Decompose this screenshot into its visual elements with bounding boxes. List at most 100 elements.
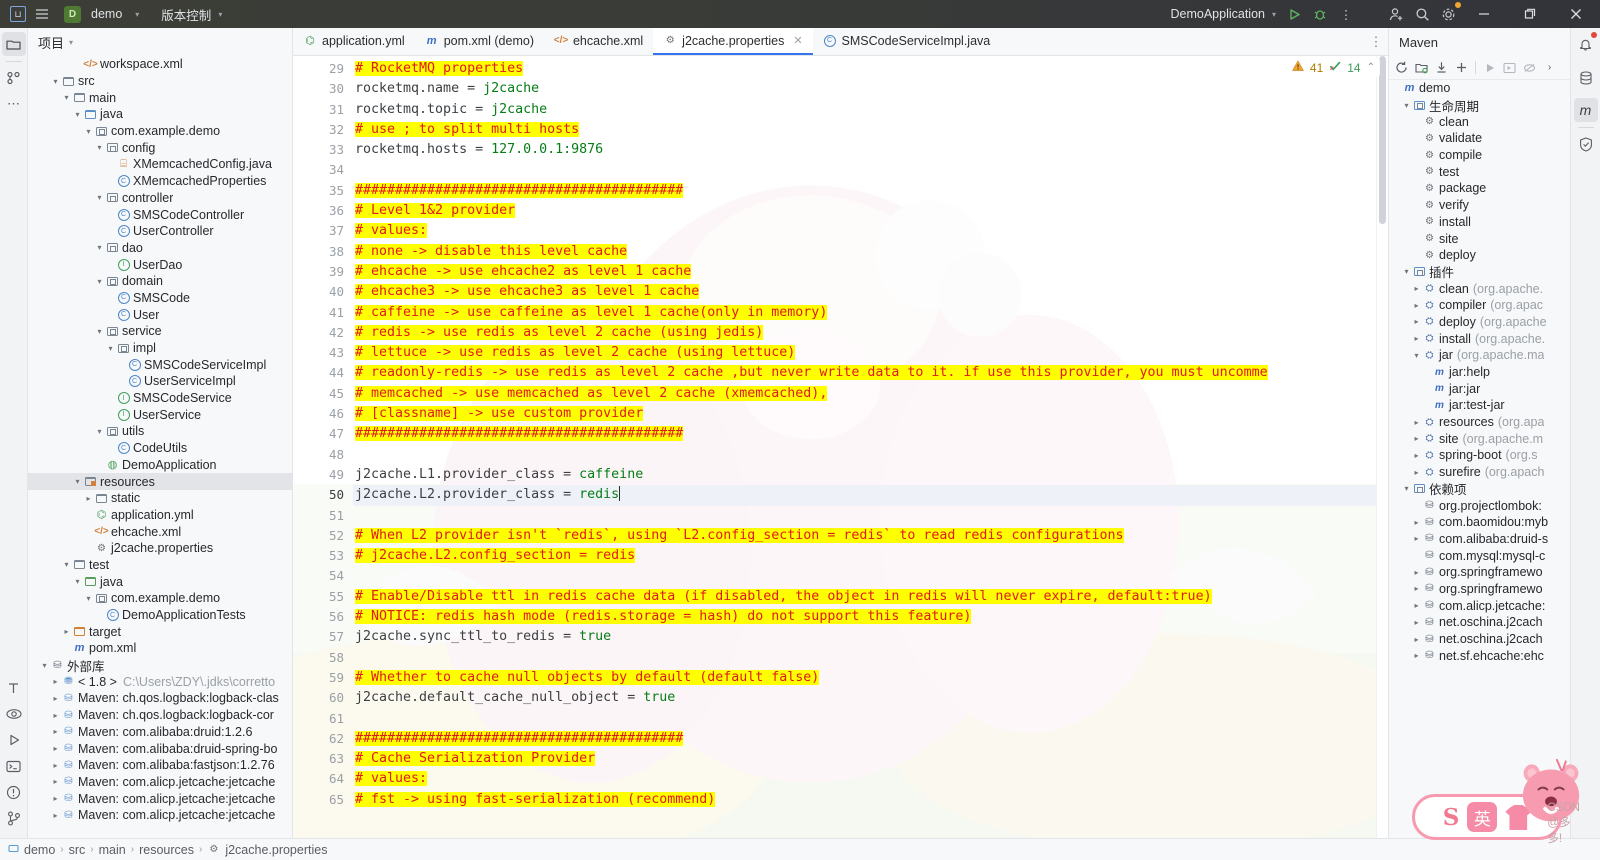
tree-node[interactable]: ▸ ⛁ Maven: com.alibaba:fastjson:1.2.76 bbox=[28, 757, 292, 774]
maven-tree-node[interactable]: ▸ ⛭ install (org.apache. bbox=[1389, 330, 1570, 347]
line-number[interactable]: 62 bbox=[293, 729, 344, 749]
tree-node[interactable]: ▸ ⛁ Maven: ch.qos.logback:logback-clas bbox=[28, 690, 292, 707]
chevron-right-icon[interactable]: ▸ bbox=[50, 811, 61, 820]
editor-tab-bar[interactable]: ⌬ application.yml m pom.xml (demo) </> ehcach… bbox=[293, 28, 1388, 56]
line-number[interactable]: 40 bbox=[293, 282, 344, 302]
breadcrumb-item[interactable]: demo bbox=[24, 843, 55, 857]
line-number[interactable]: 41 bbox=[293, 303, 344, 323]
chevron-right-icon[interactable]: › bbox=[1541, 59, 1558, 76]
todo-icon[interactable] bbox=[2, 676, 26, 700]
tree-node[interactable]: </> workspace.xml bbox=[28, 56, 292, 73]
chevron-right-icon[interactable]: ▸ bbox=[83, 494, 94, 503]
maven-tree-node[interactable]: ▸ ⛭ surefire (org.apach bbox=[1389, 464, 1570, 481]
tree-node[interactable]: ▾ resources bbox=[28, 473, 292, 490]
line-number[interactable]: 51 bbox=[293, 506, 344, 526]
tree-node[interactable]: ▾ impl bbox=[28, 340, 292, 357]
maven-tree-node[interactable]: ⛁ org.projectlombok: bbox=[1389, 497, 1570, 514]
tree-node[interactable]: ▾ service bbox=[28, 323, 292, 340]
code-line[interactable]: # readonly-redis -> use redis as level 2… bbox=[353, 363, 1376, 383]
chevron-right-icon[interactable]: ▸ bbox=[1411, 317, 1422, 326]
tree-node[interactable]: m pom.xml bbox=[28, 640, 292, 657]
chevron-down-icon[interactable]: ▾ bbox=[72, 577, 83, 586]
line-number[interactable]: 37 bbox=[293, 221, 344, 241]
tree-node[interactable]: C UserServiceImpl bbox=[28, 373, 292, 390]
maximize-icon[interactable] bbox=[1508, 0, 1552, 28]
chevron-right-icon[interactable]: ▸ bbox=[1411, 468, 1422, 477]
problems-icon[interactable] bbox=[2, 780, 26, 804]
line-number[interactable]: 63 bbox=[293, 749, 344, 769]
maven-tree-node[interactable]: m demo bbox=[1389, 80, 1570, 97]
maven-tree-node[interactable]: m jar:test-jar bbox=[1389, 397, 1570, 414]
line-number[interactable]: 36 bbox=[293, 201, 344, 221]
tree-node[interactable]: ▾ main bbox=[28, 89, 292, 106]
run-icon[interactable] bbox=[2, 728, 26, 752]
code-line[interactable]: # [classname] -> use custom provider bbox=[353, 404, 1376, 424]
tree-node[interactable]: C SMSCode bbox=[28, 290, 292, 307]
chevron-down-icon[interactable]: ▾ bbox=[1401, 101, 1412, 110]
editor-tab[interactable]: C SMSCodeServiceImpl.java bbox=[813, 28, 1001, 55]
code-line[interactable]: # ehcache3 -> use ehcache3 as level 1 ca… bbox=[353, 282, 1376, 302]
tree-node[interactable]: I UserService bbox=[28, 406, 292, 423]
breadcrumb-item[interactable]: resources bbox=[139, 843, 194, 857]
tree-node[interactable]: ▾ com.example.demo bbox=[28, 590, 292, 607]
code-line[interactable]: rocketmq.hosts = 127.0.0.1:9876 bbox=[353, 140, 1376, 160]
code-line[interactable]: # fst -> using fast-serialization (recom… bbox=[353, 790, 1376, 810]
tree-node[interactable]: ⌬ application.yml bbox=[28, 507, 292, 524]
code-line[interactable]: rocketmq.topic = j2cache bbox=[353, 100, 1376, 120]
maven-tree-node[interactable]: ⚙ compile bbox=[1389, 147, 1570, 164]
tree-node[interactable]: ▾ config bbox=[28, 139, 292, 156]
tree-node[interactable]: ▸ ⛃ < 1.8 > C:\Users\ZDY\.jdks\corretto bbox=[28, 673, 292, 690]
maven-tree-node[interactable]: ▾ ⛭ jar (org.apache.ma bbox=[1389, 347, 1570, 364]
project-tree[interactable]: </> workspace.xml ▾ src ▾ main ▾ java ▾ com.examp… bbox=[28, 56, 292, 838]
line-number[interactable]: 32 bbox=[293, 120, 344, 140]
maven-tree-node[interactable]: ▸ ⛁ org.springframewo bbox=[1389, 581, 1570, 598]
scrollbar-thumb[interactable] bbox=[1379, 56, 1386, 224]
maven-tree[interactable]: m demo ▾ 生命周期 ⚙ clean ⚙ validate ⚙ compile ⚙ test ⚙ p… bbox=[1389, 80, 1570, 838]
add-user-icon[interactable] bbox=[1384, 3, 1408, 25]
code-line[interactable]: j2cache.L1.provider_class = caffeine bbox=[353, 465, 1376, 485]
chevron-down-icon[interactable]: ▾ bbox=[94, 243, 105, 252]
chevron-right-icon[interactable]: ▸ bbox=[50, 761, 61, 770]
line-number[interactable]: 48 bbox=[293, 445, 344, 465]
breadcrumb[interactable]: demo › src › main › resources › ⚙ j2cache.propert… bbox=[24, 843, 327, 857]
line-number[interactable]: 56 bbox=[293, 607, 344, 627]
chevron-down-icon[interactable]: ▾ bbox=[1401, 267, 1412, 276]
maven-tree-node[interactable]: ▸ ⛭ resources (org.apa bbox=[1389, 414, 1570, 431]
more-vertical-icon[interactable]: ⋮ bbox=[1334, 3, 1358, 25]
breadcrumb-item[interactable]: j2cache.properties bbox=[225, 843, 327, 857]
chevron-right-icon[interactable]: ▸ bbox=[50, 677, 61, 686]
maven-tree-node[interactable]: ▾ 插件 bbox=[1389, 264, 1570, 280]
chevron-right-icon[interactable]: ▸ bbox=[1411, 301, 1422, 310]
maven-tree-node[interactable]: ▸ ⛁ net.sf.ehcache:ehc bbox=[1389, 647, 1570, 664]
maven-tree-node[interactable]: ▸ ⛭ deploy (org.apache bbox=[1389, 314, 1570, 331]
code-line[interactable] bbox=[353, 709, 1376, 729]
chevron-right-icon[interactable]: ▸ bbox=[1411, 284, 1422, 293]
terminal-icon[interactable] bbox=[2, 754, 26, 778]
chevron-down-icon[interactable]: ▾ bbox=[94, 277, 105, 286]
maven-tree-node[interactable]: ⚙ package bbox=[1389, 180, 1570, 197]
code-line[interactable]: # When L2 provider isn't `redis`, using … bbox=[353, 526, 1376, 546]
debug-icon[interactable] bbox=[1308, 3, 1332, 25]
more-dots-icon[interactable]: ⋯ bbox=[2, 92, 26, 116]
chevron-right-icon[interactable]: ▸ bbox=[50, 727, 61, 736]
chevron-right-icon[interactable]: ▸ bbox=[1411, 618, 1422, 627]
tree-node[interactable]: ⌸ XMemcachedConfig.java bbox=[28, 156, 292, 173]
maven-tree-node[interactable]: m jar:jar bbox=[1389, 380, 1570, 397]
line-number[interactable]: 50 bbox=[293, 485, 344, 505]
tree-node[interactable]: ▾ domain bbox=[28, 273, 292, 290]
shield-icon[interactable] bbox=[1574, 132, 1598, 156]
line-number[interactable]: 45 bbox=[293, 384, 344, 404]
tree-node[interactable]: ▸ target bbox=[28, 623, 292, 640]
tree-node[interactable]: C SMSCodeServiceImpl bbox=[28, 356, 292, 373]
search-icon[interactable] bbox=[1410, 3, 1434, 25]
maven-tree-node[interactable]: ▸ ⛭ site (org.apache.m bbox=[1389, 430, 1570, 447]
tree-node[interactable]: ▾ com.example.demo bbox=[28, 123, 292, 140]
tree-node[interactable]: I SMSCodeService bbox=[28, 390, 292, 407]
maven-tree-node[interactable]: ▸ ⛁ net.oschina.j2cach bbox=[1389, 614, 1570, 631]
line-number[interactable]: 38 bbox=[293, 242, 344, 262]
tree-node[interactable]: ▾ utils bbox=[28, 423, 292, 440]
structure-icon[interactable] bbox=[2, 66, 26, 90]
run-icon[interactable] bbox=[1481, 59, 1498, 76]
chevron-down-icon[interactable]: ▾ bbox=[94, 143, 105, 152]
tree-node[interactable]: ▸ static bbox=[28, 490, 292, 507]
